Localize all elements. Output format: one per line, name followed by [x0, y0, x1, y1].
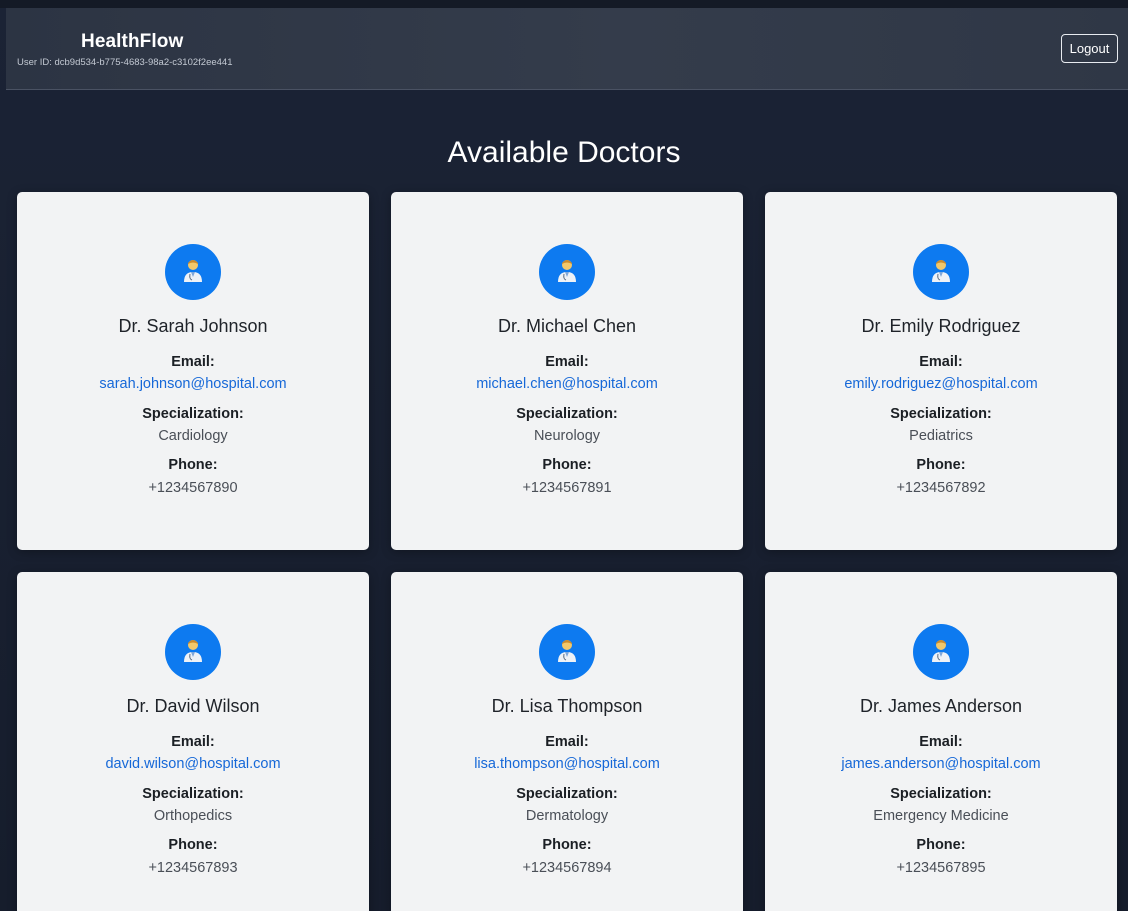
doctor-email-link[interactable]: david.wilson@hospital.com — [17, 756, 369, 772]
doctor-card: Dr. Emily Rodriguez Email: emily.rodrigu… — [765, 192, 1117, 550]
email-label: Email: — [171, 354, 215, 370]
doctor-card: Dr. Lisa Thompson Email: lisa.thompson@h… — [391, 572, 743, 911]
specialization-label: Specialization: — [516, 786, 618, 802]
doctor-name: Dr. David Wilson — [126, 696, 260, 716]
doctor-email-link[interactable]: sarah.johnson@hospital.com — [17, 376, 369, 392]
doctor-icon — [183, 258, 203, 287]
brand-name[interactable]: HealthFlow — [81, 31, 183, 53]
doctor-avatar — [539, 244, 595, 300]
doctors-grid: Dr. Sarah Johnson Email: sarah.johnson@h… — [17, 192, 1117, 911]
page-title: Available Doctors — [447, 136, 681, 169]
specialization-label: Specialization: — [142, 786, 244, 802]
user-id-text: User ID: dcb9d534-b775-4683-98a2-c3102f2… — [17, 57, 233, 68]
email-label: Email: — [919, 354, 963, 370]
specialization-label: Specialization: — [142, 406, 244, 422]
phone-label: Phone: — [542, 457, 592, 473]
phone-label: Phone: — [916, 457, 966, 473]
doctor-email-link[interactable]: lisa.thompson@hospital.com — [391, 756, 743, 772]
email-label: Email: — [545, 734, 589, 750]
doctor-card: Dr. James Anderson Email: james.anderson… — [765, 572, 1117, 911]
specialization-label: Specialization: — [890, 786, 992, 802]
doctor-email-link[interactable]: michael.chen@hospital.com — [391, 376, 743, 392]
doctor-name: Dr. Lisa Thompson — [491, 696, 643, 716]
doctor-avatar — [539, 624, 595, 680]
doctor-name: Dr. Michael Chen — [497, 316, 637, 336]
phone-label: Phone: — [916, 837, 966, 853]
doctor-specialization: Neurology — [533, 428, 601, 444]
specialization-label: Specialization: — [890, 406, 992, 422]
doctor-specialization: Emergency Medicine — [873, 808, 1009, 824]
navbar: HealthFlow User ID: dcb9d534-b775-4683-9… — [6, 8, 1128, 90]
doctor-phone: +1234567890 — [148, 480, 238, 496]
doctor-icon — [183, 638, 203, 667]
doctor-specialization: Pediatrics — [909, 428, 973, 444]
doctor-avatar — [165, 244, 221, 300]
doctor-name: Dr. Emily Rodriguez — [861, 316, 1021, 336]
doctor-icon — [557, 638, 577, 667]
window-top-strip — [0, 0, 1128, 8]
doctor-card: Dr. Michael Chen Email: michael.chen@hos… — [391, 192, 743, 550]
doctor-icon — [931, 258, 951, 287]
doctor-phone: +1234567894 — [522, 860, 612, 876]
doctor-phone: +1234567895 — [896, 860, 986, 876]
doctor-icon — [557, 258, 577, 287]
email-label: Email: — [545, 354, 589, 370]
doctor-avatar — [913, 244, 969, 300]
doctor-icon — [931, 638, 951, 667]
doctor-email-link[interactable]: james.anderson@hospital.com — [765, 756, 1117, 772]
doctor-email-link[interactable]: emily.rodriguez@hospital.com — [765, 376, 1117, 392]
doctor-card: Dr. David Wilson Email: david.wilson@hos… — [17, 572, 369, 911]
doctor-avatar — [165, 624, 221, 680]
phone-label: Phone: — [542, 837, 592, 853]
email-label: Email: — [171, 734, 215, 750]
phone-label: Phone: — [168, 457, 218, 473]
specialization-label: Specialization: — [516, 406, 618, 422]
doctor-phone: +1234567891 — [522, 480, 612, 496]
email-label: Email: — [919, 734, 963, 750]
logout-button[interactable]: Logout — [1061, 34, 1118, 63]
doctor-name: Dr. James Anderson — [859, 696, 1023, 716]
doctor-phone: +1234567892 — [896, 480, 986, 496]
doctor-phone: +1234567893 — [148, 860, 238, 876]
doctor-specialization: Dermatology — [525, 808, 609, 824]
phone-label: Phone: — [168, 837, 218, 853]
doctor-name: Dr. Sarah Johnson — [118, 316, 268, 336]
doctor-specialization: Orthopedics — [153, 808, 233, 824]
doctor-specialization: Cardiology — [158, 428, 228, 444]
doctor-avatar — [913, 624, 969, 680]
doctor-card: Dr. Sarah Johnson Email: sarah.johnson@h… — [17, 192, 369, 550]
